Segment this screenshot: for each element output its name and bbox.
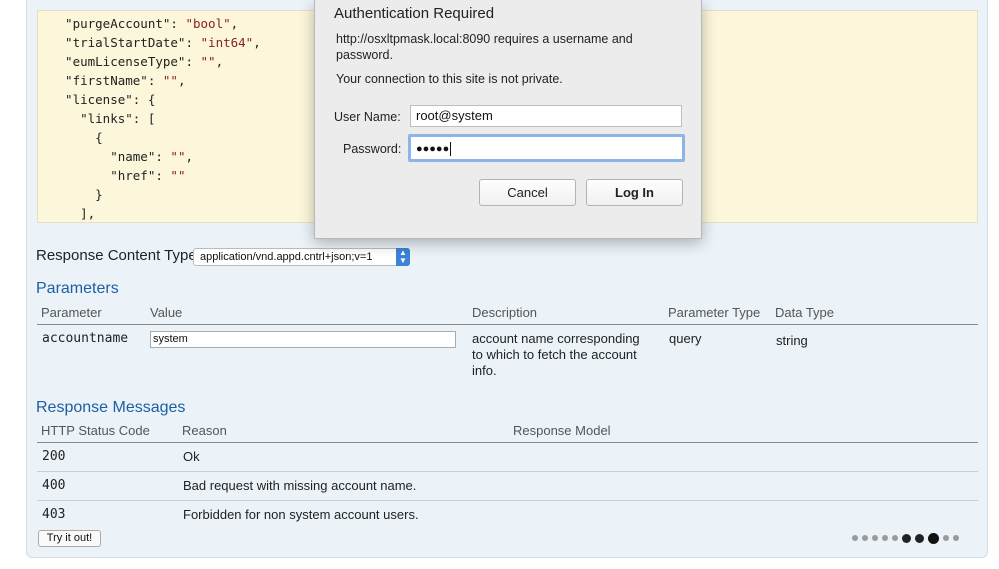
status-code-400: 400: [42, 478, 66, 493]
code-value: "": [170, 168, 186, 183]
resp-col-model: Response Model: [513, 423, 611, 438]
param-description: account name corresponding to which to f…: [472, 331, 640, 378]
code-punctuation: ,: [215, 54, 224, 69]
pager-dot[interactable]: [928, 532, 939, 544]
try-it-out-button[interactable]: Try it out!: [38, 530, 101, 547]
pager-dot[interactable]: [882, 535, 888, 541]
pager-dot[interactable]: [953, 535, 959, 541]
response-content-type-select[interactable]: application/vnd.appd.cntrl+json;v=1 ▲ ▼: [193, 248, 410, 266]
param-name: accountname: [42, 331, 129, 346]
code-line: }: [50, 187, 103, 203]
param-col-value: Value: [150, 305, 183, 320]
password-mask: ●●●●●: [416, 143, 450, 155]
param-col-parameter: Parameter: [41, 305, 102, 320]
param-header-divider: [37, 324, 978, 325]
code-value: "int64": [200, 35, 254, 50]
pager-dot[interactable]: [872, 535, 878, 541]
code-key: "name":: [50, 149, 171, 164]
password-label: Password:: [343, 142, 402, 156]
parameters-heading: Parameters: [36, 280, 119, 297]
pager-dot[interactable]: [943, 535, 949, 541]
accountname-input[interactable]: system: [150, 331, 456, 348]
code-punctuation: ,: [230, 16, 239, 31]
code-key: "license": {: [50, 92, 156, 107]
code-value: "": [170, 149, 186, 164]
code-key: "href":: [50, 168, 171, 183]
status-code-200: 200: [42, 449, 66, 464]
password-field[interactable]: ●●●●●: [408, 134, 685, 162]
code-key: "purgeAccount":: [50, 16, 186, 31]
pager-dot[interactable]: [892, 535, 898, 541]
code-value: "bool": [185, 16, 231, 31]
param-col-description: Description: [472, 305, 538, 320]
text-caret: [450, 141, 452, 156]
response-messages-heading: Response Messages: [36, 399, 186, 416]
auth-dialog-title: Authentication Required: [334, 5, 495, 22]
code-punctuation: ,: [177, 73, 186, 88]
pager-dot[interactable]: [902, 533, 911, 543]
reason-200: Ok: [183, 449, 200, 464]
pager-dot[interactable]: [862, 535, 868, 541]
code-key: "eumLicenseType":: [50, 54, 201, 69]
resp-col-reason: Reason: [182, 423, 227, 438]
code-line: "href": "": [50, 168, 185, 184]
code-key: "links": [: [50, 111, 156, 126]
param-col-data-type: Data Type: [775, 305, 835, 320]
code-punctuation: ,: [185, 149, 194, 164]
auth-dialog-privacy-note: Your connection to this site is not priv…: [336, 72, 563, 86]
code-line: "firstName": "",: [50, 73, 185, 89]
pager-dot[interactable]: [852, 535, 858, 541]
auth-dialog-message: http://osxltpmask.local:8090 requires a …: [336, 32, 633, 62]
code-line: "purgeAccount": "bool",: [50, 16, 238, 32]
resp-header-divider: [37, 442, 978, 443]
reason-400: Bad request with missing account name.: [183, 478, 417, 493]
code-line: "eumLicenseType": "",: [50, 54, 223, 70]
code-line: "name": "",: [50, 149, 193, 165]
auth-dialog: Authentication Required http://osxltpmas…: [314, 0, 702, 239]
code-key: "firstName":: [50, 73, 163, 88]
response-content-type-label: Response Content Type: [36, 247, 197, 264]
param-col-parameter-type: Parameter Type: [668, 305, 761, 320]
status-code-403: 403: [42, 507, 66, 522]
code-value: "": [200, 54, 216, 69]
param-type: query: [669, 331, 702, 346]
code-key: ],: [50, 206, 96, 221]
code-line: "links": [: [50, 111, 155, 127]
code-line: "trialStartDate": "int64",: [50, 35, 261, 51]
code-key: "trialStartDate":: [50, 35, 201, 50]
param-data-type: string: [776, 333, 808, 348]
code-line: "license": {: [50, 92, 155, 108]
cancel-button[interactable]: Cancel: [479, 179, 576, 206]
code-key: }: [50, 187, 103, 202]
code-punctuation: ,: [253, 35, 261, 50]
username-value: root@system: [416, 108, 493, 123]
pager-dot[interactable]: [915, 533, 924, 543]
resp-col-status: HTTP Status Code: [41, 423, 150, 438]
code-line: ],: [50, 206, 95, 222]
username-label: User Name:: [334, 110, 401, 124]
code-value: "": [162, 73, 178, 88]
log-in-button[interactable]: Log In: [586, 179, 683, 206]
code-key: {: [50, 130, 103, 145]
username-field[interactable]: root@system: [410, 105, 682, 127]
select-arrows-icon: ▲ ▼: [396, 248, 410, 266]
row-divider: [37, 471, 978, 472]
response-content-type-value: application/vnd.appd.cntrl+json;v=1: [200, 251, 373, 263]
reason-403: Forbidden for non system account users.: [183, 507, 419, 522]
code-line: {: [50, 130, 103, 146]
row-divider: [37, 500, 978, 501]
